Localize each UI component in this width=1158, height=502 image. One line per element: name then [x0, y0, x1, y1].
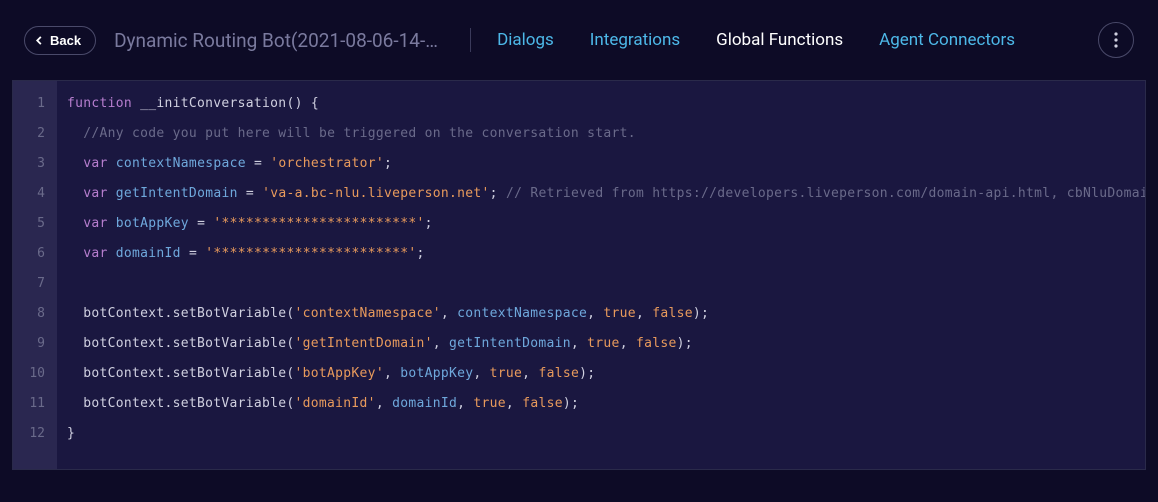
code-line: var domainId = '************************…: [67, 239, 1135, 269]
line-number: 1: [13, 89, 57, 119]
tab-agent-connectors[interactable]: Agent Connectors: [879, 30, 1015, 50]
back-button[interactable]: Back: [24, 26, 96, 55]
line-number: 10: [13, 359, 57, 389]
chevron-left-icon: [35, 36, 44, 45]
code-line: var contextNamespace = 'orchestrator';: [67, 149, 1135, 179]
line-number: 12: [13, 419, 57, 449]
line-number: 8: [13, 299, 57, 329]
line-number: 7: [13, 269, 57, 299]
tab-global-functions[interactable]: Global Functions: [716, 30, 843, 50]
line-number: 11: [13, 389, 57, 419]
header-bar: Back Dynamic Routing Bot(2021-08-06-14-4…: [0, 0, 1158, 80]
tab-bar: Dialogs Integrations Global Functions Ag…: [497, 30, 1080, 50]
code-content[interactable]: function __initConversation() { //Any co…: [57, 81, 1145, 469]
line-number: 6: [13, 239, 57, 269]
tab-dialogs[interactable]: Dialogs: [497, 30, 554, 50]
code-editor[interactable]: 123456789101112 function __initConversat…: [12, 80, 1146, 470]
code-line: //Any code you put here will be triggere…: [67, 119, 1135, 149]
tab-integrations[interactable]: Integrations: [590, 30, 680, 50]
code-line: botContext.setBotVariable('contextNamesp…: [67, 299, 1135, 329]
back-label: Back: [50, 33, 81, 48]
code-line: function __initConversation() {: [67, 89, 1135, 119]
line-number: 9: [13, 329, 57, 359]
page-title: Dynamic Routing Bot(2021-08-06-14-4…: [114, 29, 444, 52]
more-vertical-icon: [1114, 32, 1118, 48]
code-line: var getIntentDomain = 'va-a.bc-nlu.livep…: [67, 179, 1135, 209]
more-menu-button[interactable]: [1098, 22, 1134, 58]
line-number: 3: [13, 149, 57, 179]
code-line: var botAppKey = '***********************…: [67, 209, 1135, 239]
line-gutter: 123456789101112: [13, 81, 57, 469]
line-number: 4: [13, 179, 57, 209]
line-number: 5: [13, 209, 57, 239]
line-number: 2: [13, 119, 57, 149]
divider: [470, 28, 471, 52]
code-line: botContext.setBotVariable('domainId', do…: [67, 389, 1135, 419]
code-line: botContext.setBotVariable('botAppKey', b…: [67, 359, 1135, 389]
code-line: botContext.setBotVariable('getIntentDoma…: [67, 329, 1135, 359]
code-line: [67, 269, 1135, 299]
code-line: }: [67, 419, 1135, 449]
